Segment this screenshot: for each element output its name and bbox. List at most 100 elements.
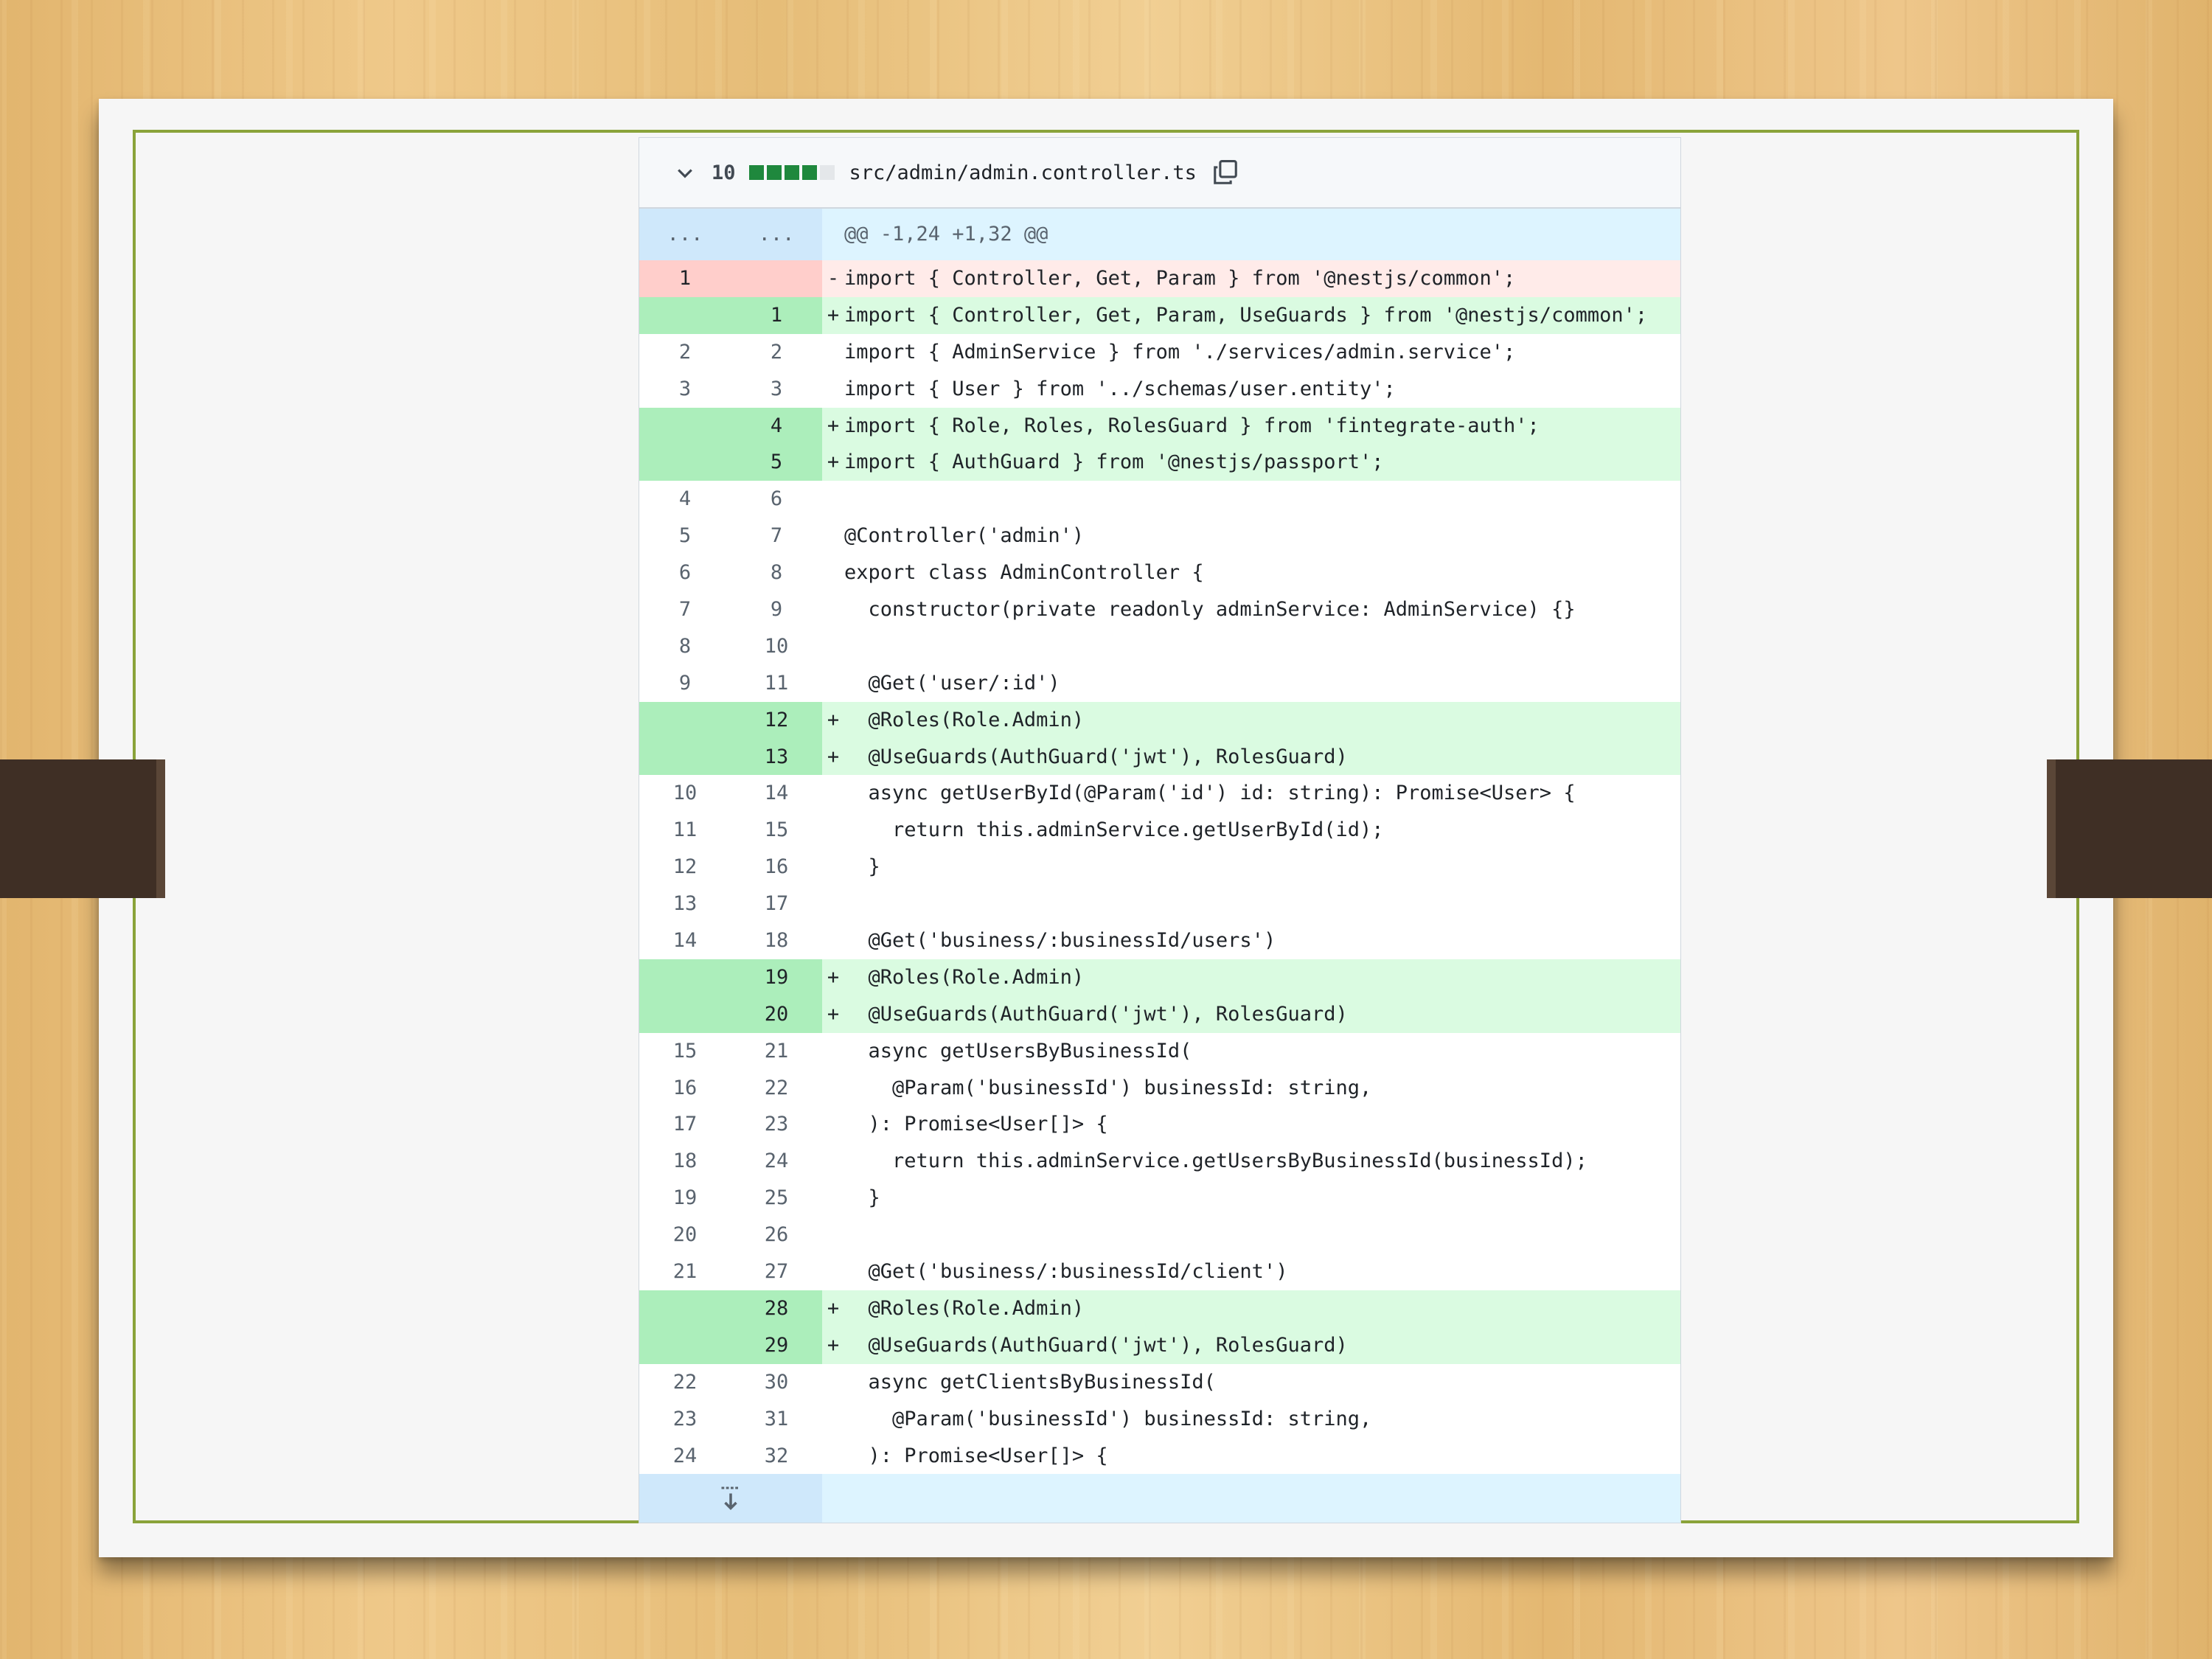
diff-line-ctx: 24 32 ): Promise<User[]> { — [639, 1438, 1680, 1475]
chevron-down-icon[interactable] — [675, 162, 695, 183]
old-line-number[interactable] — [639, 444, 731, 481]
code-text: @UseGuards(AuthGuard('jwt'), RolesGuard) — [844, 738, 1680, 776]
diff-sign — [822, 665, 844, 702]
diff-sign: + — [822, 1326, 844, 1364]
old-line-number[interactable]: 16 — [639, 1070, 731, 1107]
old-line-number[interactable]: 5 — [639, 518, 731, 554]
copy-icon[interactable] — [1211, 159, 1239, 187]
old-line-number[interactable]: 18 — [639, 1143, 731, 1180]
new-line-number[interactable]: 22 — [731, 1070, 822, 1107]
new-line-number[interactable] — [731, 260, 822, 297]
new-line-number[interactable]: 7 — [731, 518, 822, 554]
old-line-number[interactable]: 10 — [639, 775, 731, 812]
diff-sign — [822, 1401, 844, 1438]
diff-line-ctx: 46 — [639, 481, 1680, 518]
new-line-number[interactable]: 14 — [731, 775, 822, 812]
diffstat-block — [748, 165, 764, 180]
old-line-number[interactable] — [639, 738, 731, 776]
code-text: @UseGuards(AuthGuard('jwt'), RolesGuard) — [844, 1326, 1680, 1364]
diff-line-ctx: 12 16 } — [639, 849, 1680, 886]
expand-down-icon[interactable] — [639, 1474, 822, 1523]
old-line-number[interactable]: 6 — [639, 554, 731, 591]
new-line-number[interactable]: 23 — [731, 1106, 822, 1143]
old-line-number[interactable]: 3 — [639, 371, 731, 408]
old-line-number[interactable]: 23 — [639, 1401, 731, 1438]
new-line-number[interactable]: 28 — [731, 1290, 822, 1327]
old-line-number[interactable]: 12 — [639, 849, 731, 886]
diff-line-ctx: 14 18 @Get('business/:businessId/users') — [639, 922, 1680, 959]
new-line-number[interactable]: 2 — [731, 334, 822, 371]
old-line-number[interactable]: 7 — [639, 591, 731, 628]
diff-line-ctx: 21 27 @Get('business/:businessId/client') — [639, 1253, 1680, 1290]
diff-sign: + — [822, 407, 844, 445]
diff-line-ctx: 17 23 ): Promise<User[]> { — [639, 1106, 1680, 1143]
expand-row — [639, 1474, 1680, 1523]
old-line-number[interactable] — [639, 407, 731, 445]
new-line-number[interactable]: 31 — [731, 1401, 822, 1438]
new-line-number[interactable]: 18 — [731, 922, 822, 959]
new-line-number[interactable]: 32 — [731, 1438, 822, 1475]
old-line-number[interactable]: 2 — [639, 334, 731, 371]
diffstat-block — [819, 165, 835, 180]
new-line-number[interactable]: 17 — [731, 886, 822, 922]
diff-sign — [822, 554, 844, 591]
new-line-number[interactable]: 13 — [731, 738, 822, 776]
code-text: async getUsersByBusinessId( — [844, 1039, 1192, 1062]
new-line-number[interactable]: 27 — [731, 1253, 822, 1290]
old-line-number[interactable]: 22 — [639, 1364, 731, 1401]
code-text: import { AuthGuard } from '@nestjs/passp… — [844, 444, 1680, 481]
old-line-number[interactable] — [639, 701, 731, 739]
new-line-number[interactable]: 8 — [731, 554, 822, 591]
new-line-number[interactable]: 24 — [731, 1143, 822, 1180]
new-line-number[interactable]: 29 — [731, 1326, 822, 1364]
new-line-number[interactable]: 5 — [731, 444, 822, 481]
old-line-number[interactable]: 9 — [639, 665, 731, 702]
old-line-number[interactable] — [639, 1326, 731, 1364]
old-line-number[interactable]: 4 — [639, 481, 731, 518]
old-line-number[interactable]: 8 — [639, 628, 731, 665]
old-line-number[interactable] — [639, 995, 731, 1033]
new-line-number[interactable]: 19 — [731, 959, 822, 996]
new-line-number[interactable]: 30 — [731, 1364, 822, 1401]
new-line-number[interactable]: 12 — [731, 701, 822, 739]
new-line-number[interactable]: 3 — [731, 371, 822, 408]
diff-sign: + — [822, 1290, 844, 1327]
diffstat-block — [801, 165, 817, 180]
diff-sign: + — [822, 738, 844, 776]
old-line-number[interactable]: 21 — [639, 1253, 731, 1290]
old-line-number[interactable]: 15 — [639, 1033, 731, 1070]
code-text: import { User } from '../schemas/user.en… — [844, 377, 1396, 400]
new-line-number[interactable]: 16 — [731, 849, 822, 886]
old-line-number[interactable] — [639, 959, 731, 996]
old-line-number[interactable]: 11 — [639, 812, 731, 849]
old-line-number[interactable]: 19 — [639, 1180, 731, 1217]
new-line-number[interactable]: 15 — [731, 812, 822, 849]
new-line-number[interactable]: 11 — [731, 665, 822, 702]
new-line-number[interactable]: 1 — [731, 296, 822, 334]
diff-sign — [822, 849, 844, 886]
code-text: @Roles(Role.Admin) — [844, 1290, 1680, 1327]
new-line-number[interactable]: 20 — [731, 995, 822, 1033]
new-line-number[interactable]: 9 — [731, 591, 822, 628]
new-line-number[interactable]: 21 — [731, 1033, 822, 1070]
new-line-number[interactable]: 25 — [731, 1180, 822, 1217]
new-line-number[interactable]: 4 — [731, 407, 822, 445]
new-line-number[interactable]: 26 — [731, 1217, 822, 1253]
new-line-number[interactable]: 10 — [731, 628, 822, 665]
diff-sign — [822, 775, 844, 812]
old-line-number[interactable]: 1 — [639, 260, 731, 297]
old-line-number[interactable]: 17 — [639, 1106, 731, 1143]
code-text: export class AdminController { — [844, 561, 1204, 585]
old-line-number[interactable] — [639, 1290, 731, 1327]
file-path[interactable]: src/admin/admin.controller.ts — [849, 161, 1197, 184]
old-line-number[interactable]: 24 — [639, 1438, 731, 1475]
diff-file-view: 10 src/admin/admin.controller.ts ... ...… — [639, 137, 1681, 1523]
old-line-number[interactable]: 14 — [639, 922, 731, 959]
old-line-number[interactable] — [639, 296, 731, 334]
old-line-number[interactable]: 20 — [639, 1217, 731, 1253]
new-line-number[interactable]: 6 — [731, 481, 822, 518]
old-line-number[interactable]: 13 — [639, 886, 731, 922]
code-text: import { Controller, Get, Param } from '… — [844, 260, 1680, 297]
